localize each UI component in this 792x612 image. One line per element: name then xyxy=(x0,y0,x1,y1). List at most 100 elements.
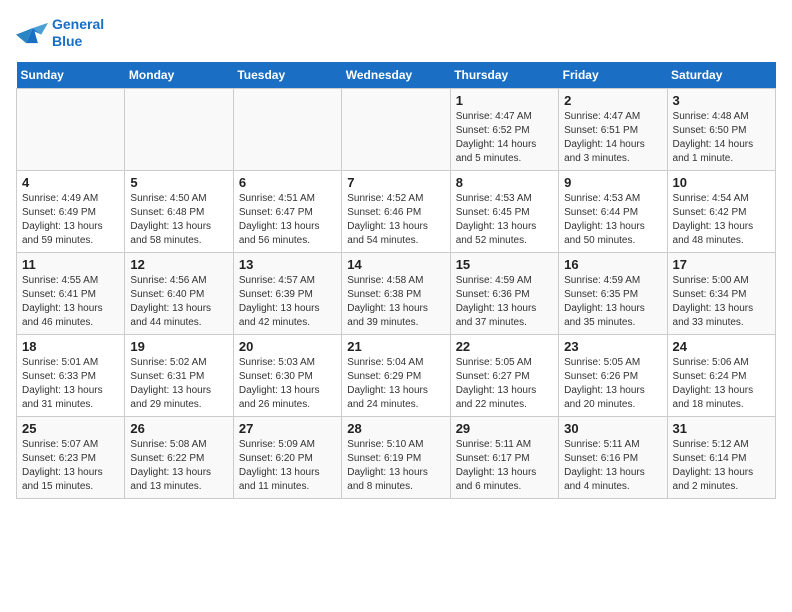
day-number: 15 xyxy=(456,257,553,272)
calendar-week-row: 1 Sunrise: 4:47 AM Sunset: 6:52 PM Daylig… xyxy=(17,88,776,170)
day-number: 26 xyxy=(130,421,227,436)
day-number: 18 xyxy=(22,339,119,354)
day-number: 31 xyxy=(673,421,770,436)
calendar-day-cell: 25 Sunrise: 5:07 AM Sunset: 6:23 PM Dayli… xyxy=(17,416,125,498)
col-header-saturday: Saturday xyxy=(667,62,775,89)
day-number: 14 xyxy=(347,257,444,272)
logo-text: General Blue xyxy=(52,16,104,50)
calendar-day-cell: 2Sunrise: 4:47 AM Sunset: 6:51 PM Daylig… xyxy=(559,88,667,170)
calendar-day-cell: 10 Sunrise: 4:54 AM Sunset: 6:42 PM Dayli… xyxy=(667,170,775,252)
day-info: Sunrise: 4:47 AM Sunset: 6:52 PM Dayligh… xyxy=(456,110,553,166)
col-header-wednesday: Wednesday xyxy=(342,62,450,89)
calendar-day-cell: 14 Sunrise: 4:58 AM Sunset: 6:38 PM Dayli… xyxy=(342,252,450,334)
day-number: 7 xyxy=(347,175,444,190)
calendar-day-cell: 5 Sunrise: 4:50 AM Sunset: 6:48 PM Daylig… xyxy=(125,170,233,252)
col-header-friday: Friday xyxy=(559,62,667,89)
logo: General Blue xyxy=(16,16,104,50)
day-info: Sunrise: 5:06 AM Sunset: 6:24 PM Dayligh… xyxy=(673,356,770,412)
calendar-day-cell: 13 Sunrise: 4:57 AM Sunset: 6:39 PM Dayli… xyxy=(233,252,341,334)
day-info: Sunrise: 5:04 AM Sunset: 6:29 PM Dayligh… xyxy=(347,356,444,412)
calendar-day-cell: 16 Sunrise: 4:59 AM Sunset: 6:35 PM Dayli… xyxy=(559,252,667,334)
calendar-day-cell: 3Sunrise: 4:48 AM Sunset: 6:50 PM Daylig… xyxy=(667,88,775,170)
calendar-day-cell: 7 Sunrise: 4:52 AM Sunset: 6:46 PM Daylig… xyxy=(342,170,450,252)
day-number: 23 xyxy=(564,339,661,354)
day-info: Sunrise: 5:07 AM Sunset: 6:23 PM Dayligh… xyxy=(22,438,119,494)
calendar-day-cell: 18 Sunrise: 5:01 AM Sunset: 6:33 PM Dayli… xyxy=(17,334,125,416)
day-number: 9 xyxy=(564,175,661,190)
day-info: Sunrise: 5:02 AM Sunset: 6:31 PM Dayligh… xyxy=(130,356,227,412)
day-number: 13 xyxy=(239,257,336,272)
day-info: Sunrise: 4:55 AM Sunset: 6:41 PM Dayligh… xyxy=(22,274,119,330)
calendar-day-cell: 24 Sunrise: 5:06 AM Sunset: 6:24 PM Dayli… xyxy=(667,334,775,416)
day-number: 10 xyxy=(673,175,770,190)
day-info: Sunrise: 5:00 AM Sunset: 6:34 PM Dayligh… xyxy=(673,274,770,330)
day-info: Sunrise: 4:56 AM Sunset: 6:40 PM Dayligh… xyxy=(130,274,227,330)
day-info: Sunrise: 4:49 AM Sunset: 6:49 PM Dayligh… xyxy=(22,192,119,248)
calendar-day-cell: 30 Sunrise: 5:11 AM Sunset: 6:16 PM Dayli… xyxy=(559,416,667,498)
calendar-week-row: 18 Sunrise: 5:01 AM Sunset: 6:33 PM Dayli… xyxy=(17,334,776,416)
day-info: Sunrise: 5:05 AM Sunset: 6:26 PM Dayligh… xyxy=(564,356,661,412)
day-number: 25 xyxy=(22,421,119,436)
calendar-day-cell: 29Sunrise: 5:11 AM Sunset: 6:17 PM Dayli… xyxy=(450,416,558,498)
day-number: 17 xyxy=(673,257,770,272)
calendar-week-row: 4 Sunrise: 4:49 AM Sunset: 6:49 PM Daylig… xyxy=(17,170,776,252)
day-number: 3 xyxy=(673,93,770,108)
day-info: Sunrise: 4:53 AM Sunset: 6:45 PM Dayligh… xyxy=(456,192,553,248)
day-number: 20 xyxy=(239,339,336,354)
calendar-day-cell: 19 Sunrise: 5:02 AM Sunset: 6:31 PM Dayli… xyxy=(125,334,233,416)
calendar-day-cell: 11 Sunrise: 4:55 AM Sunset: 6:41 PM Dayli… xyxy=(17,252,125,334)
day-number: 4 xyxy=(22,175,119,190)
calendar-day-cell xyxy=(125,88,233,170)
day-number: 11 xyxy=(22,257,119,272)
day-info: Sunrise: 5:01 AM Sunset: 6:33 PM Dayligh… xyxy=(22,356,119,412)
day-info: Sunrise: 4:50 AM Sunset: 6:48 PM Dayligh… xyxy=(130,192,227,248)
day-number: 21 xyxy=(347,339,444,354)
calendar-day-cell: 12 Sunrise: 4:56 AM Sunset: 6:40 PM Dayli… xyxy=(125,252,233,334)
col-header-sunday: Sunday xyxy=(17,62,125,89)
col-header-monday: Monday xyxy=(125,62,233,89)
day-info: Sunrise: 4:51 AM Sunset: 6:47 PM Dayligh… xyxy=(239,192,336,248)
calendar-header-row: SundayMondayTuesdayWednesdayThursdayFrid… xyxy=(17,62,776,89)
logo-bird-icon xyxy=(16,19,48,47)
day-number: 1 xyxy=(456,93,553,108)
calendar-day-cell: 1 Sunrise: 4:47 AM Sunset: 6:52 PM Daylig… xyxy=(450,88,558,170)
calendar-day-cell: 4 Sunrise: 4:49 AM Sunset: 6:49 PM Daylig… xyxy=(17,170,125,252)
day-number: 19 xyxy=(130,339,227,354)
calendar-week-row: 11 Sunrise: 4:55 AM Sunset: 6:41 PM Dayli… xyxy=(17,252,776,334)
day-info: Sunrise: 5:08 AM Sunset: 6:22 PM Dayligh… xyxy=(130,438,227,494)
day-info: Sunrise: 5:09 AM Sunset: 6:20 PM Dayligh… xyxy=(239,438,336,494)
calendar-day-cell: 20Sunrise: 5:03 AM Sunset: 6:30 PM Dayli… xyxy=(233,334,341,416)
calendar-day-cell xyxy=(17,88,125,170)
day-info: Sunrise: 4:54 AM Sunset: 6:42 PM Dayligh… xyxy=(673,192,770,248)
day-info: Sunrise: 5:11 AM Sunset: 6:17 PM Dayligh… xyxy=(456,438,553,494)
calendar-day-cell: 26 Sunrise: 5:08 AM Sunset: 6:22 PM Dayli… xyxy=(125,416,233,498)
day-info: Sunrise: 4:53 AM Sunset: 6:44 PM Dayligh… xyxy=(564,192,661,248)
day-number: 22 xyxy=(456,339,553,354)
day-number: 24 xyxy=(673,339,770,354)
day-number: 5 xyxy=(130,175,227,190)
day-number: 12 xyxy=(130,257,227,272)
day-number: 30 xyxy=(564,421,661,436)
day-info: Sunrise: 5:11 AM Sunset: 6:16 PM Dayligh… xyxy=(564,438,661,494)
day-info: Sunrise: 5:12 AM Sunset: 6:14 PM Dayligh… xyxy=(673,438,770,494)
calendar-day-cell: 21 Sunrise: 5:04 AM Sunset: 6:29 PM Dayli… xyxy=(342,334,450,416)
calendar-table: SundayMondayTuesdayWednesdayThursdayFrid… xyxy=(16,62,776,499)
calendar-day-cell: 28Sunrise: 5:10 AM Sunset: 6:19 PM Dayli… xyxy=(342,416,450,498)
day-info: Sunrise: 4:47 AM Sunset: 6:51 PM Dayligh… xyxy=(564,110,661,166)
calendar-week-row: 25 Sunrise: 5:07 AM Sunset: 6:23 PM Dayli… xyxy=(17,416,776,498)
calendar-day-cell: 23 Sunrise: 5:05 AM Sunset: 6:26 PM Dayli… xyxy=(559,334,667,416)
col-header-thursday: Thursday xyxy=(450,62,558,89)
calendar-day-cell: 6 Sunrise: 4:51 AM Sunset: 6:47 PM Daylig… xyxy=(233,170,341,252)
calendar-day-cell xyxy=(342,88,450,170)
day-number: 6 xyxy=(239,175,336,190)
day-number: 28 xyxy=(347,421,444,436)
day-info: Sunrise: 5:05 AM Sunset: 6:27 PM Dayligh… xyxy=(456,356,553,412)
day-number: 16 xyxy=(564,257,661,272)
day-number: 27 xyxy=(239,421,336,436)
page-header: General Blue xyxy=(16,16,776,50)
day-info: Sunrise: 4:52 AM Sunset: 6:46 PM Dayligh… xyxy=(347,192,444,248)
day-info: Sunrise: 4:59 AM Sunset: 6:35 PM Dayligh… xyxy=(564,274,661,330)
calendar-day-cell: 22 Sunrise: 5:05 AM Sunset: 6:27 PM Dayli… xyxy=(450,334,558,416)
day-info: Sunrise: 4:57 AM Sunset: 6:39 PM Dayligh… xyxy=(239,274,336,330)
day-info: Sunrise: 4:58 AM Sunset: 6:38 PM Dayligh… xyxy=(347,274,444,330)
